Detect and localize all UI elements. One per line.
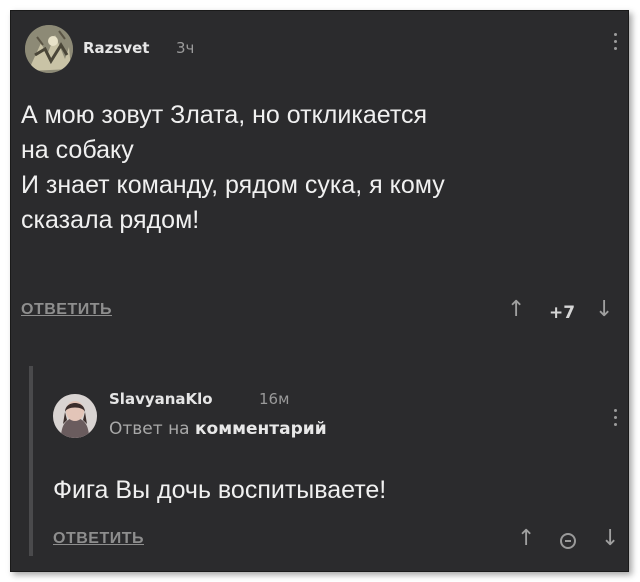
comment-text: А мою зовут Злата, но откликается на соб… [21,98,445,238]
comment-reply: SlavyanaKlo 16м Ответ на комментарий Фиг… [11,366,628,571]
comment-thread: Razsvet 3ч А мою зовут Злата, но отклика… [10,10,629,572]
reply-to-link[interactable]: комментарий [195,419,327,439]
user-avatar[interactable] [25,25,73,73]
comment-text-line: на собаку [21,136,134,164]
upvote-arrow-icon[interactable]: ↑ [517,528,535,550]
comment-time: 16м [259,390,290,408]
comment-score: +7 [549,303,576,323]
username[interactable]: SlavyanaKlo [109,390,213,408]
downvote-arrow-icon[interactable]: ↓ [595,299,613,321]
reply-to-label: Ответ на комментарий [109,419,327,439]
avatar-icon [25,25,73,73]
more-vertical-icon[interactable] [612,409,618,426]
comment: Razsvet 3ч А мою зовут Злата, но отклика… [11,11,628,356]
user-avatar[interactable] [53,394,97,438]
upvote-arrow-icon[interactable]: ↑ [507,299,525,321]
more-vertical-icon[interactable] [612,33,618,50]
reply-to-prefix: Ответ на [109,419,190,439]
username[interactable]: Razsvet [83,39,149,57]
comment-text-line: И знает команду, рядом сука, я кому [21,171,445,199]
score-hidden-icon [560,533,576,549]
reply-button[interactable]: ОТВЕТИТЬ [53,530,144,548]
downvote-arrow-icon[interactable]: ↓ [601,528,619,550]
comment-text: Фига Вы дочь воспитываете! [53,476,387,504]
comment-time: 3ч [176,39,195,57]
avatar-icon [53,394,97,438]
reply-button[interactable]: ОТВЕТИТЬ [21,301,112,319]
comment-text-line: А мою зовут Злата, но откликается [21,101,428,129]
comment-text-line: сказала рядом! [21,206,200,234]
